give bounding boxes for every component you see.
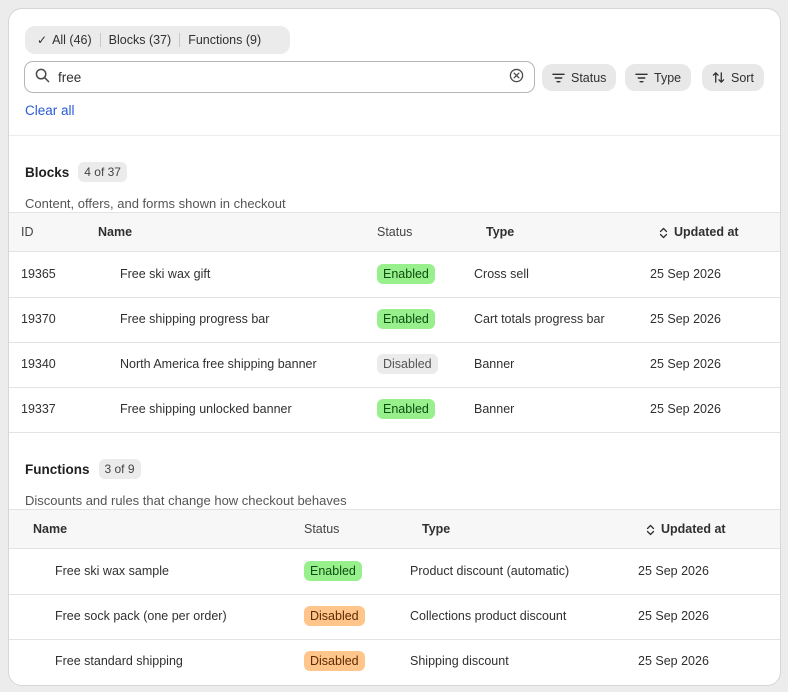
status-badge: Disabled [377, 354, 438, 374]
blocks-table-header: ID Name Status Type Updated at [9, 212, 780, 252]
sort-button[interactable]: Sort [702, 64, 764, 91]
col-status: Status [377, 225, 413, 239]
checkmark-icon: ✓ [37, 33, 48, 47]
row-type: Collections product discount [410, 609, 567, 623]
row-updated: 25 Sep 2026 [650, 357, 721, 371]
status-badge: Enabled [377, 264, 435, 284]
sort-arrows-icon [712, 72, 725, 83]
tab-all[interactable]: ✓ All (46) [29, 29, 100, 51]
tab-blocks[interactable]: Blocks (37) [101, 29, 180, 51]
row-type: Cross sell [474, 267, 529, 281]
sort-label: Sort [731, 70, 754, 85]
search-field[interactable] [24, 61, 535, 93]
status-filter-label: Status [571, 70, 607, 85]
row-name: Free shipping progress bar [120, 312, 270, 326]
row-id: 19370 [21, 312, 56, 326]
tab-all-label: All (46) [52, 33, 92, 47]
col-type: Type [422, 522, 451, 536]
tab-functions-label: Functions (9) [188, 33, 262, 47]
type-filter-button[interactable]: Type [625, 64, 692, 91]
clear-search-icon[interactable] [509, 68, 524, 86]
col-updated-at[interactable]: Updated at [646, 522, 726, 536]
tab-functions[interactable]: Functions (9) [180, 29, 269, 51]
status-badge: Disabled [304, 651, 365, 671]
row-name: Free shipping unlocked banner [120, 402, 292, 416]
status-badge: Enabled [377, 399, 435, 419]
row-id: 19365 [21, 267, 56, 281]
row-name: Free standard shipping [55, 654, 183, 668]
search-input[interactable] [58, 69, 509, 85]
row-id: 19340 [21, 357, 56, 371]
blocks-title: Blocks [25, 164, 70, 180]
col-status: Status [304, 522, 340, 536]
row-updated: 25 Sep 2026 [638, 609, 709, 623]
row-type: Cart totals progress bar [474, 312, 605, 326]
row-updated: 25 Sep 2026 [650, 312, 721, 326]
status-badge: Disabled [304, 606, 365, 626]
row-type: Banner [474, 402, 515, 416]
col-name: Name [98, 225, 133, 239]
filter-icon [552, 73, 565, 82]
search-icon [35, 68, 50, 86]
filter-icon [635, 73, 648, 82]
col-updated-at-label: Updated at [674, 225, 739, 239]
functions-title: Functions [25, 461, 90, 477]
row-id: 19337 [21, 402, 56, 416]
functions-count-badge: 3 of 9 [98, 459, 141, 479]
row-type: Product discount (automatic) [410, 564, 570, 578]
col-name: Name [33, 522, 68, 536]
row-name: Free ski wax gift [120, 267, 211, 281]
table-row[interactable]: 19337 Free shipping unlocked banner Enab… [9, 388, 780, 433]
table-row[interactable]: 19370 Free shipping progress bar Enabled… [9, 298, 780, 343]
status-filter-button[interactable]: Status [542, 64, 617, 91]
table-row[interactable]: 19340 North America free shipping banner… [9, 343, 780, 388]
tab-blocks-label: Blocks (37) [108, 33, 172, 47]
status-badge: Enabled [304, 561, 362, 581]
col-updated-at-label: Updated at [661, 522, 726, 536]
row-type: Banner [474, 357, 515, 371]
sort-chevrons-icon [659, 227, 668, 238]
table-row[interactable]: Free ski wax sample Enabled Product disc… [9, 550, 780, 595]
row-updated: 25 Sep 2026 [650, 402, 721, 416]
sort-chevrons-icon [646, 524, 655, 535]
row-updated: 25 Sep 2026 [638, 564, 709, 578]
functions-table-header: Name Status Type Updated at [9, 509, 780, 549]
blocks-description: Content, offers, and forms shown in chec… [25, 196, 286, 211]
col-id: ID [21, 225, 34, 239]
row-updated: 25 Sep 2026 [638, 654, 709, 668]
clear-all-link[interactable]: Clear all [25, 103, 75, 118]
status-badge: Enabled [377, 309, 435, 329]
blocks-section-title: Blocks 4 of 37 [25, 162, 127, 182]
row-name: Free ski wax sample [55, 564, 169, 578]
row-name: Free sock pack (one per order) [55, 609, 227, 623]
resource-filter-tabs: ✓ All (46) Blocks (37) Functions (9) [25, 26, 290, 54]
functions-section-title: Functions 3 of 9 [25, 459, 141, 479]
blocks-count-badge: 4 of 37 [78, 162, 127, 182]
type-filter-label: Type [654, 70, 682, 85]
col-type: Type [486, 225, 515, 239]
table-row[interactable]: Free sock pack (one per order) Disabled … [9, 595, 780, 640]
col-updated-at[interactable]: Updated at [659, 225, 739, 239]
section-divider [9, 135, 780, 136]
table-row[interactable]: 19365 Free ski wax gift Enabled Cross se… [9, 253, 780, 298]
row-name: North America free shipping banner [120, 357, 317, 371]
functions-description: Discounts and rules that change how chec… [25, 493, 347, 508]
table-row[interactable]: Free standard shipping Disabled Shipping… [9, 640, 780, 685]
row-type: Shipping discount [410, 654, 509, 668]
row-updated: 25 Sep 2026 [650, 267, 721, 281]
results-card: ✓ All (46) Blocks (37) Functions (9) Sta… [8, 8, 781, 686]
